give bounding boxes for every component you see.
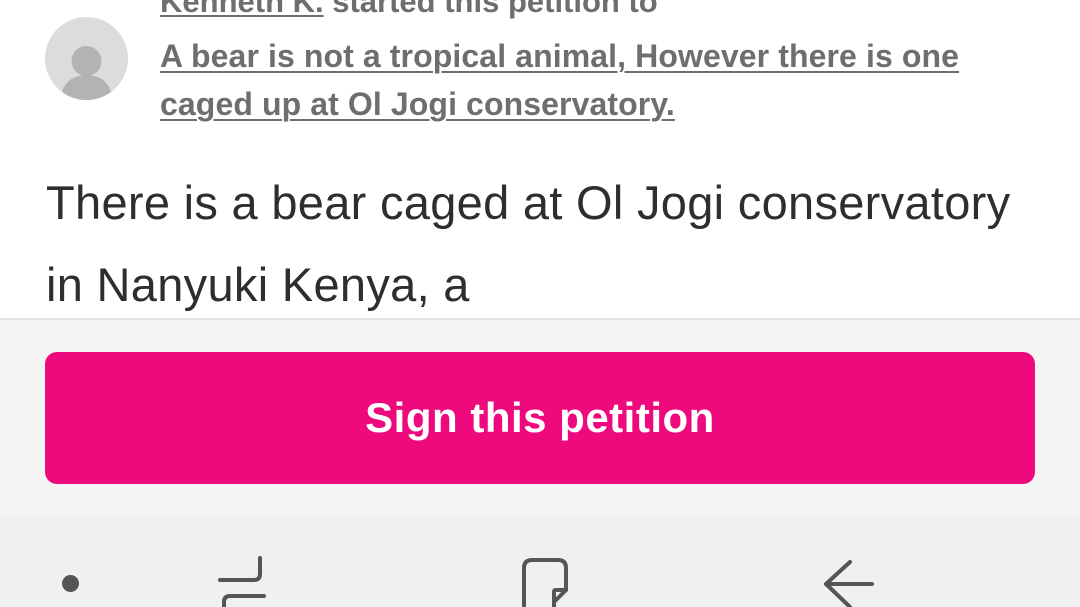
user-silhouette-icon <box>61 46 112 100</box>
petition-body-text: There is a bear caged at Ol Jogi conserv… <box>46 176 1011 311</box>
petition-screen: Kenneth K. started this petition to A be… <box>0 0 1080 607</box>
android-navigation-bar <box>0 514 1080 607</box>
author-avatar[interactable] <box>45 17 128 100</box>
author-name-link[interactable]: Kenneth K. <box>160 0 324 19</box>
sign-petition-button[interactable]: Sign this petition <box>45 352 1035 484</box>
back-icon[interactable] <box>818 558 878 607</box>
petition-target-link[interactable]: A bear is not a tropical animal, However… <box>160 32 1020 128</box>
sticky-cta-bar: Sign this petition <box>0 318 1080 514</box>
started-text: started this petition to <box>323 0 658 19</box>
recent-apps-icon[interactable] <box>212 554 272 607</box>
dot-indicator-icon <box>62 575 79 592</box>
started-line: Kenneth K. started this petition to <box>160 0 658 24</box>
home-icon[interactable] <box>514 556 574 607</box>
petition-header: Kenneth K. started this petition to A be… <box>0 0 1080 150</box>
